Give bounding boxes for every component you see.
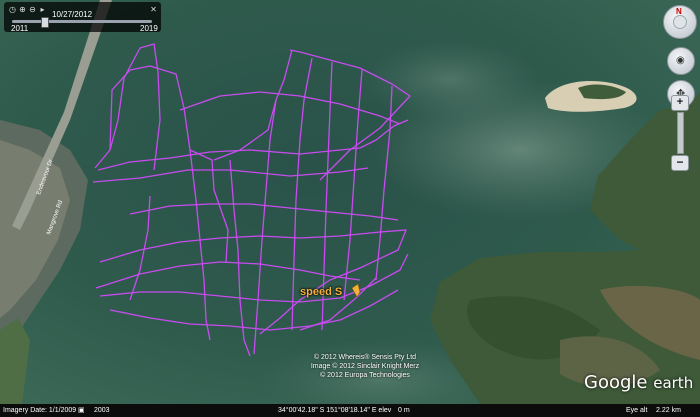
copyright-notice: © 2012 Whereis® Sensis Pty Ltd Image © 2… [290,353,440,380]
imagery-year: 2003 [94,407,110,414]
eye-icon: ◉ [676,55,685,66]
play-icon[interactable]: ▸ [38,5,47,14]
imagery-date: Imagery Date: 1/1/2009 [3,407,77,414]
copyright-line: Image © 2012 Sinclair Knight Merz [310,363,420,370]
look-control[interactable]: ◉ [667,47,695,75]
compass-ring[interactable]: N [663,5,697,39]
copyright-line: © 2012 Whereis® Sensis Pty Ltd [313,354,417,361]
settings-icon[interactable]: ✕ [149,5,158,14]
eye-alt-label: Eye alt [626,407,648,414]
time-slider-date: 10/27/2012 [52,10,93,19]
time-slider[interactable]: ◷ ⊕ ⊖ ▸ ✕ 10/27/2012 2011 2019 [4,2,161,33]
zoom-out-time-icon[interactable]: ⊖ [28,5,37,14]
eye-alt-value: 2.22 km [656,407,681,414]
status-bar: Imagery Date: 1/1/2009 ▣ 2003 34°00'42.1… [0,404,700,417]
elevation-value: 0 m [398,407,410,414]
zoom-in-button[interactable]: + [671,95,689,111]
zoom-in-time-icon[interactable]: ⊕ [18,5,27,14]
zoom-slider[interactable] [677,112,684,154]
history-icon[interactable]: ▣ [78,404,85,417]
logo-google: Google [584,372,648,393]
shallow-water [360,40,540,120]
cursor-coordinates: 34°00'42.18" S 151°08'18.14" E elev [278,407,392,414]
logo-earth: earth [653,374,694,392]
time-slider-handle[interactable] [41,17,50,28]
clock-icon[interactable]: ◷ [8,5,17,14]
time-slider-start: 2011 [11,24,29,33]
google-earth-logo: Google earth [584,372,693,393]
time-slider-end: 2019 [140,24,158,33]
placemark-label[interactable]: speed S [300,286,342,298]
time-slider-track[interactable] [12,20,152,23]
compass-center[interactable] [673,15,687,29]
copyright-line: © 2012 Europa Technologies [320,372,410,379]
zoom-out-button[interactable]: − [671,155,689,171]
